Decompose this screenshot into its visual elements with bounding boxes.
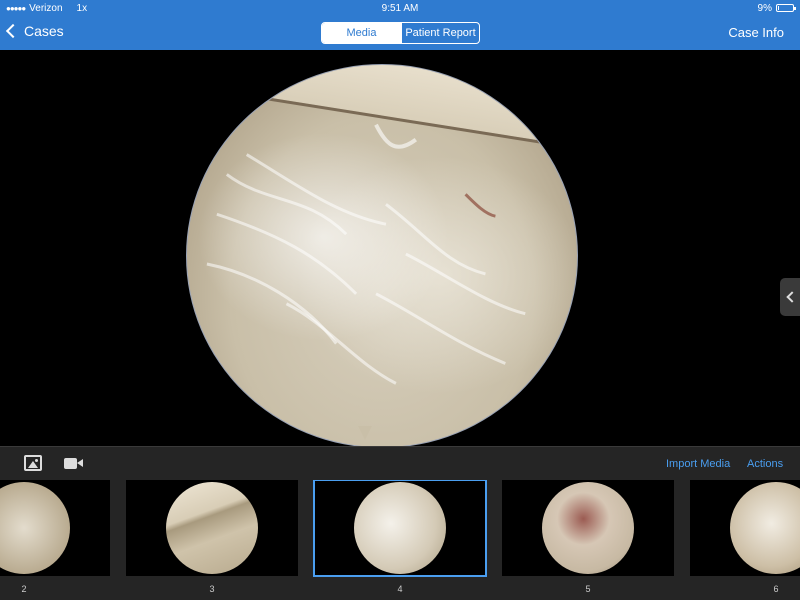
thumbnail-strip[interactable]: 2 3 4 5 6: [0, 480, 800, 600]
segment-patient-report[interactable]: Patient Report: [401, 23, 479, 43]
segment-media[interactable]: Media: [322, 23, 401, 43]
thumbnail-4[interactable]: [313, 480, 487, 577]
thumbnail-image: [0, 482, 70, 574]
photo-icon[interactable]: [24, 455, 42, 471]
back-button[interactable]: Cases: [5, 23, 64, 39]
back-button-label: Cases: [24, 23, 64, 39]
video-camera-icon[interactable]: [64, 458, 83, 469]
status-right: 9%: [757, 2, 796, 14]
thumbnail-label: 5: [585, 584, 591, 594]
selection-pointer: [358, 426, 372, 440]
thumbnail-5[interactable]: [502, 480, 674, 576]
thumbnail-6[interactable]: [690, 480, 800, 576]
network-label: 1x: [76, 2, 88, 14]
image-texture: [206, 123, 526, 385]
chevron-left-icon: [786, 291, 798, 303]
thumbnail-image: [354, 482, 446, 574]
segmented-control: Media Patient Report: [321, 22, 480, 44]
status-time: 9:51 AM: [381, 2, 419, 14]
media-viewer[interactable]: [0, 50, 800, 448]
battery-percent: 9%: [757, 2, 772, 14]
thumbnail-image: [542, 482, 634, 574]
case-info-button[interactable]: Case Info: [728, 25, 784, 40]
status-bar: ●●●●● Verizon 1x 9:51 AM 9%: [0, 0, 800, 16]
status-left: ●●●●● Verizon 1x: [6, 3, 87, 14]
thumbnail-2[interactable]: [0, 480, 110, 576]
thumbnail-label: 6: [773, 584, 779, 594]
media-tray: Import Media Actions 2 3 4 5 6: [0, 446, 800, 600]
battery-icon: [776, 4, 796, 12]
thumbnail-image: [730, 482, 800, 574]
chevron-left-icon: [5, 23, 21, 39]
arthroscopy-image: [186, 64, 578, 448]
thumbnail-label: 4: [397, 584, 403, 594]
signal-icon: ●●●●●: [6, 3, 26, 13]
thumbnail-3[interactable]: [126, 480, 298, 576]
battery-fill: [778, 6, 779, 10]
carrier-label: Verizon: [29, 2, 63, 14]
media-toolbar: Import Media Actions: [0, 446, 800, 480]
thumbnail-label: 3: [209, 584, 215, 594]
nav-bar: Cases Media Patient Report Case Info: [0, 16, 800, 50]
thumbnail-label: 2: [21, 584, 27, 594]
side-panel-handle[interactable]: [780, 278, 800, 316]
thumbnail-image: [166, 482, 258, 574]
import-media-button[interactable]: Import Media: [666, 458, 730, 470]
actions-button[interactable]: Actions: [747, 458, 783, 470]
